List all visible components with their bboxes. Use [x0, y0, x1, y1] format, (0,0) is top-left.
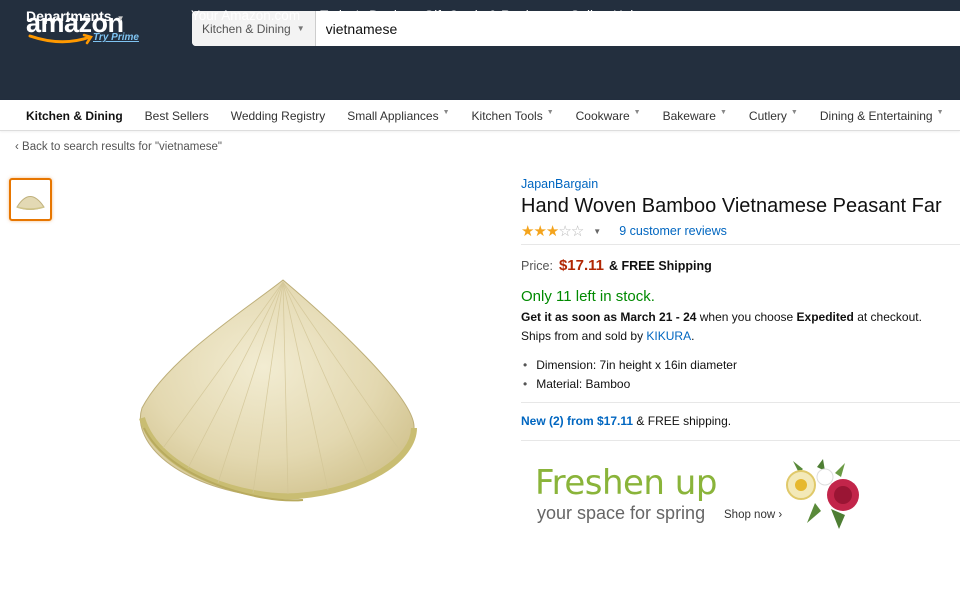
feature-bullet: Dimension: 7in height x 16in diameter: [523, 358, 737, 372]
rating-row: ★★★☆☆ ▼ 9 customer reviews: [521, 222, 727, 240]
header-nav: Your Amazon.com Today's Deals Gift Cards…: [191, 8, 641, 23]
star-icon: ★: [533, 223, 546, 240]
back-link-text: Back to search results for "vietnamese": [22, 141, 222, 153]
divider: [521, 440, 960, 441]
seller-link[interactable]: KIKURA: [646, 329, 691, 343]
ad-title: Freshen up: [535, 463, 717, 503]
ad-subtitle: your space for spring: [537, 503, 706, 523]
chevron-down-icon: ▼: [116, 14, 125, 23]
category-subnav: Kitchen & Dining Best Sellers Wedding Regi…: [0, 100, 960, 131]
delivery-prefix: Get it as soon as: [521, 310, 618, 324]
nav-your-amazon[interactable]: Your Amazon.com: [191, 8, 300, 23]
top-header: amazon Try Prime Kitchen & Dining ▼ Depa…: [0, 0, 960, 100]
product-title: Hand Woven Bamboo Vietnamese Peasant Far: [521, 195, 942, 217]
star-icon: ☆: [570, 223, 584, 240]
price-row: Price: $17.11 & FREE Shipping: [521, 257, 712, 274]
free-shipping-label: & FREE Shipping: [609, 259, 712, 273]
delivery-suffix: at checkout.: [857, 310, 922, 324]
star-icon: ★: [545, 223, 559, 240]
spring-ad-banner[interactable]: Freshen up your space for spring Shop no…: [521, 455, 881, 535]
new-offers: New (2) from $17.11 & FREE shipping.: [521, 414, 731, 428]
feature-bullets: Dimension: 7in height x 16in diameter Ma…: [523, 358, 737, 396]
departments-label: Departments: [26, 8, 112, 24]
stock-status: Only 11 left in stock.: [521, 288, 655, 305]
chevron-down-icon: ▼: [936, 109, 944, 116]
subnav-item[interactable]: Dining & Entertaining: [820, 109, 933, 123]
delivery-estimate: Get it as soon as March 21 - 24 when you…: [521, 310, 922, 324]
star-rating[interactable]: ★★★☆☆: [521, 222, 584, 240]
subnav-item[interactable]: Best Sellers: [145, 109, 209, 123]
subnav-item[interactable]: Kitchen Tools: [472, 109, 543, 123]
divider: [521, 402, 960, 403]
subnav-item[interactable]: Wedding Registry: [231, 109, 326, 123]
new-offers-link[interactable]: New (2) from $17.11: [521, 414, 633, 428]
divider: [521, 244, 960, 245]
search-category-label: Kitchen & Dining: [202, 21, 291, 36]
logo-smile-icon: [28, 33, 93, 45]
subnav-item[interactable]: Cookware: [576, 109, 630, 123]
nav-sell[interactable]: Sell: [570, 8, 593, 23]
subnav-item[interactable]: Cutlery: [749, 109, 787, 123]
subnav-item[interactable]: Small Appliances: [347, 109, 438, 123]
back-to-results-link[interactable]: ‹ Back to search results for "vietnamese…: [15, 141, 222, 153]
chevron-down-icon: ▼: [719, 109, 727, 116]
ships-from-suffix: .: [691, 329, 695, 343]
ships-from: Ships from and sold by KIKURA.: [521, 329, 694, 343]
subnav-items: Kitchen & Dining Best Sellers Wedding Regi…: [26, 109, 960, 123]
delivery-dates: March 21 - 24: [620, 310, 697, 324]
chevron-down-icon[interactable]: ▼: [593, 227, 601, 236]
customer-reviews-link[interactable]: 9 customer reviews: [619, 224, 727, 238]
try-prime-link[interactable]: Try Prime: [93, 32, 139, 43]
chevron-down-icon: ▼: [296, 24, 305, 33]
chevron-left-icon: ‹: [15, 141, 23, 153]
delivery-method: Expedited: [796, 310, 854, 324]
price-label: Price:: [521, 259, 553, 273]
delivery-mid: when you choose: [699, 310, 794, 324]
new-offers-link-text: New (2) from $17.11: [521, 414, 634, 428]
star-icon: ★: [521, 223, 534, 240]
nav-todays-deals[interactable]: Today's Deals: [320, 8, 404, 23]
brand-link[interactable]: JapanBargain: [521, 177, 598, 191]
departments-menu[interactable]: Departments ▼: [26, 8, 125, 24]
price-value: $17.11: [558, 257, 605, 274]
chevron-down-icon: ▼: [442, 109, 450, 116]
subnav-item[interactable]: Bakeware: [663, 109, 716, 123]
flowers-icon: [786, 459, 859, 529]
chevron-down-icon: ▼: [790, 109, 798, 116]
hat-thumbnail-image: [16, 196, 45, 210]
chevron-down-icon: ▼: [633, 109, 641, 116]
nav-help[interactable]: Help: [613, 8, 641, 23]
nav-gift-cards[interactable]: Gift Cards & Registry: [424, 8, 551, 23]
chevron-down-icon: ▼: [546, 109, 554, 116]
product-main-image[interactable]: [128, 268, 424, 508]
feature-bullet: Material: Bamboo: [523, 377, 737, 391]
new-offers-suffix: & FREE shipping.: [636, 414, 732, 428]
product-thumbnail[interactable]: [9, 178, 52, 221]
ad-cta-text: Shop now: [724, 509, 776, 521]
star-icon: ☆: [558, 223, 571, 240]
subnav-item[interactable]: Kitchen & Dining: [26, 109, 123, 123]
ships-from-prefix: Ships from and sold by: [521, 329, 644, 343]
